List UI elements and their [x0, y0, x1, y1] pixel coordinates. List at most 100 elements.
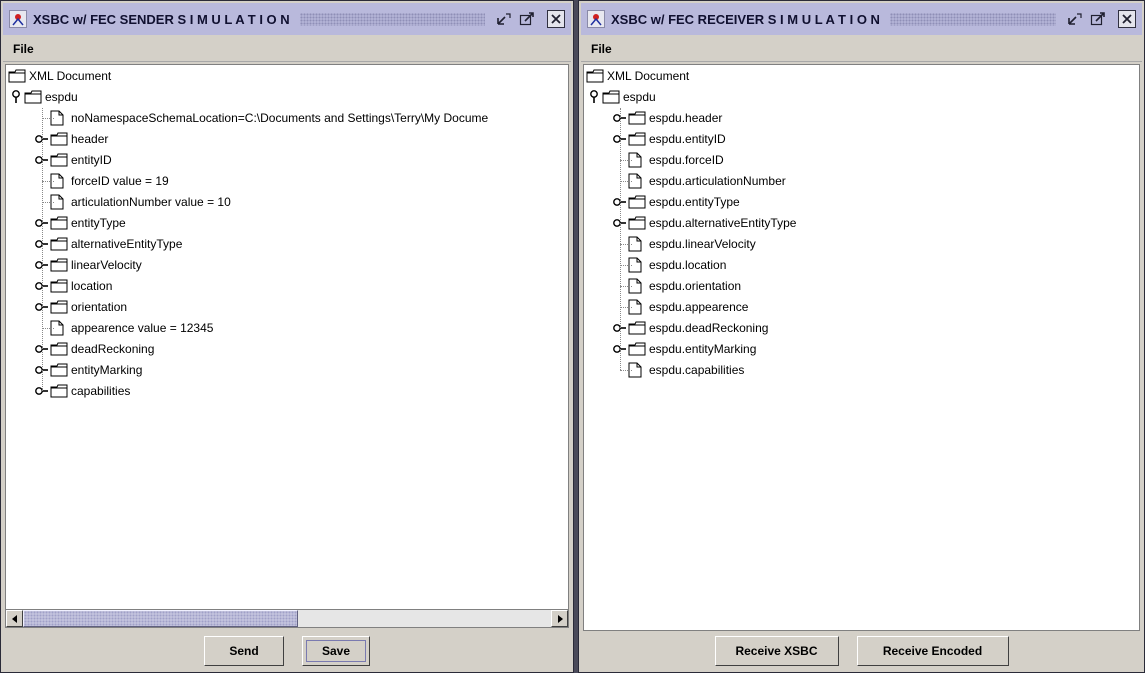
tree-node-alternativeentitytype[interactable]: alternativeEntityType — [6, 234, 568, 254]
tree-node-orientation[interactable]: orientation — [6, 297, 568, 317]
tree-node-entitymarking[interactable]: entityMarking — [6, 360, 568, 380]
tree-node-espdu-entitytype[interactable]: espdu.entityType — [584, 192, 1139, 212]
receiver-title-bar[interactable]: XSBC w/ FEC RECEIVER S I M U L A T I O N — [581, 3, 1142, 35]
tree-node-espdu[interactable]: espdu — [6, 87, 568, 107]
folder-icon — [50, 342, 68, 357]
tree-node-appearence-value-12345[interactable]: appearence value = 12345 — [6, 318, 568, 338]
sender-button-bar: Send Save — [3, 632, 571, 670]
tree-node-header[interactable]: header — [6, 129, 568, 149]
tree-node-label: appearence value = 12345 — [71, 321, 214, 335]
tree-node-label: espdu.entityType — [649, 195, 740, 209]
tree-node-label: espdu.entityID — [649, 132, 726, 146]
tree-node-entityid[interactable]: entityID — [6, 150, 568, 170]
sender-tree[interactable]: XML Document espdu noNamespaceSchemaLoca… — [5, 64, 569, 628]
maximize-icon[interactable] — [1089, 10, 1107, 28]
folder-icon — [628, 342, 646, 357]
tree-root-xml-document[interactable]: XML Document — [6, 66, 568, 86]
tree-node-capabilities[interactable]: capabilities — [6, 381, 568, 401]
folder-icon — [50, 153, 68, 168]
tree-node-label: articulationNumber value = 10 — [71, 195, 231, 209]
tree-node-espdu-entityid[interactable]: espdu.entityID — [584, 129, 1139, 149]
app-icon — [587, 10, 605, 28]
menu-file[interactable]: File — [3, 42, 42, 56]
tree-node-label: XML Document — [607, 69, 690, 83]
folder-icon — [24, 90, 42, 105]
save-button[interactable]: Save — [302, 636, 370, 666]
tree-node-forceid-value-19[interactable]: forceID value = 19 — [6, 171, 568, 191]
tree-node-espdu-capabilities[interactable]: espdu.capabilities — [584, 360, 1139, 380]
tree-node-articulationnumber-value-10[interactable]: articulationNumber value = 10 — [6, 192, 568, 212]
tree-node-label: espdu.header — [649, 111, 723, 125]
receiver-menu-bar: File — [581, 37, 1142, 62]
tree-expanded-handle-icon[interactable] — [8, 89, 24, 105]
tree-node-label: espdu.appearence — [649, 300, 749, 314]
tree-node-espdu[interactable]: espdu — [584, 87, 1139, 107]
tree-node-espdu-entitymarking[interactable]: espdu.entityMarking — [584, 339, 1139, 359]
tree-node-label: entityID — [71, 153, 112, 167]
close-icon[interactable] — [1118, 10, 1136, 28]
tree-node-label: capabilities — [71, 384, 131, 398]
folder-icon — [50, 258, 68, 273]
scroll-right-arrow-icon[interactable] — [551, 610, 568, 627]
close-icon[interactable] — [547, 10, 565, 28]
menu-file[interactable]: File — [581, 42, 620, 56]
tree-node-label: espdu.location — [649, 258, 727, 272]
tree-node-espdu-location[interactable]: espdu.location — [584, 255, 1139, 275]
tree-node-espdu-orientation[interactable]: espdu.orientation — [584, 276, 1139, 296]
tree-node-label: espdu.forceID — [649, 153, 724, 167]
horizontal-scrollbar[interactable] — [6, 609, 568, 627]
tree-node-label: entityType — [71, 216, 126, 230]
scroll-left-arrow-icon[interactable] — [6, 610, 23, 627]
tree-node-nonamespaceschemalocation-c-documents-an[interactable]: noNamespaceSchemaLocation=C:\Documents a… — [6, 108, 568, 128]
maximize-icon[interactable] — [518, 10, 536, 28]
folder-icon — [628, 321, 646, 336]
folder-icon — [50, 363, 68, 378]
receiver-window: XSBC w/ FEC RECEIVER S I M U L A T I O N… — [578, 0, 1145, 673]
tree-root-xml-document[interactable]: XML Document — [584, 66, 1139, 86]
minimize-icon[interactable] — [1066, 10, 1084, 28]
folder-icon — [50, 132, 68, 147]
tree-node-label: espdu.entityMarking — [649, 342, 757, 356]
folder-icon — [628, 195, 646, 210]
tree-node-espdu-alternativeentitytype[interactable]: espdu.alternativeEntityType — [584, 213, 1139, 233]
tree-node-label: location — [71, 279, 113, 293]
tree-node-espdu-linearvelocity[interactable]: espdu.linearVelocity — [584, 234, 1139, 254]
folder-icon — [50, 300, 68, 315]
tree-node-label: espdu.orientation — [649, 279, 742, 293]
folder-icon — [50, 279, 68, 294]
scrollbar-thumb[interactable] — [23, 610, 298, 627]
tree-node-espdu-header[interactable]: espdu.header — [584, 108, 1139, 128]
tree-node-espdu-forceid[interactable]: espdu.forceID — [584, 150, 1139, 170]
tree-expanded-handle-icon[interactable] — [586, 89, 602, 105]
tree-node-label: noNamespaceSchemaLocation=C:\Documents a… — [71, 111, 489, 125]
folder-icon — [50, 384, 68, 399]
tree-node-label: deadReckoning — [71, 342, 155, 356]
sender-window: XSBC w/ FEC SENDER S I M U L A T I O N F… — [0, 0, 574, 673]
sender-menu-bar: File — [3, 37, 571, 62]
tree-node-label: espdu — [45, 90, 78, 104]
folder-icon — [50, 237, 68, 252]
tree-node-deadreckoning[interactable]: deadReckoning — [6, 339, 568, 359]
minimize-icon[interactable] — [495, 10, 513, 28]
tree-node-label: espdu.alternativeEntityType — [649, 216, 797, 230]
tree-node-location[interactable]: location — [6, 276, 568, 296]
tree-node-espdu-deadreckoning[interactable]: espdu.deadReckoning — [584, 318, 1139, 338]
window-title: XSBC w/ FEC RECEIVER S I M U L A T I O N — [611, 11, 880, 27]
tree-node-label: linearVelocity — [71, 258, 142, 272]
receive-xsbc-button[interactable]: Receive XSBC — [714, 636, 839, 666]
tree-node-espdu-articulationnumber[interactable]: espdu.articulationNumber — [584, 171, 1139, 191]
send-button[interactable]: Send — [204, 636, 284, 666]
tree-node-espdu-appearence[interactable]: espdu.appearence — [584, 297, 1139, 317]
sender-title-bar[interactable]: XSBC w/ FEC SENDER S I M U L A T I O N — [3, 3, 571, 35]
scrollbar-track[interactable] — [23, 610, 551, 627]
tree-node-linearvelocity[interactable]: linearVelocity — [6, 255, 568, 275]
folder-icon — [628, 111, 646, 126]
folder-icon — [628, 132, 646, 147]
folder-icon — [586, 69, 604, 84]
folder-icon — [8, 69, 26, 84]
receive-encoded-button[interactable]: Receive Encoded — [856, 636, 1009, 666]
tree-node-entitytype[interactable]: entityType — [6, 213, 568, 233]
tree-node-label: forceID value = 19 — [71, 174, 169, 188]
receiver-tree[interactable]: XML Document espdu espdu.header espdu.en… — [583, 64, 1140, 631]
tree-node-label: espdu.linearVelocity — [649, 237, 756, 251]
